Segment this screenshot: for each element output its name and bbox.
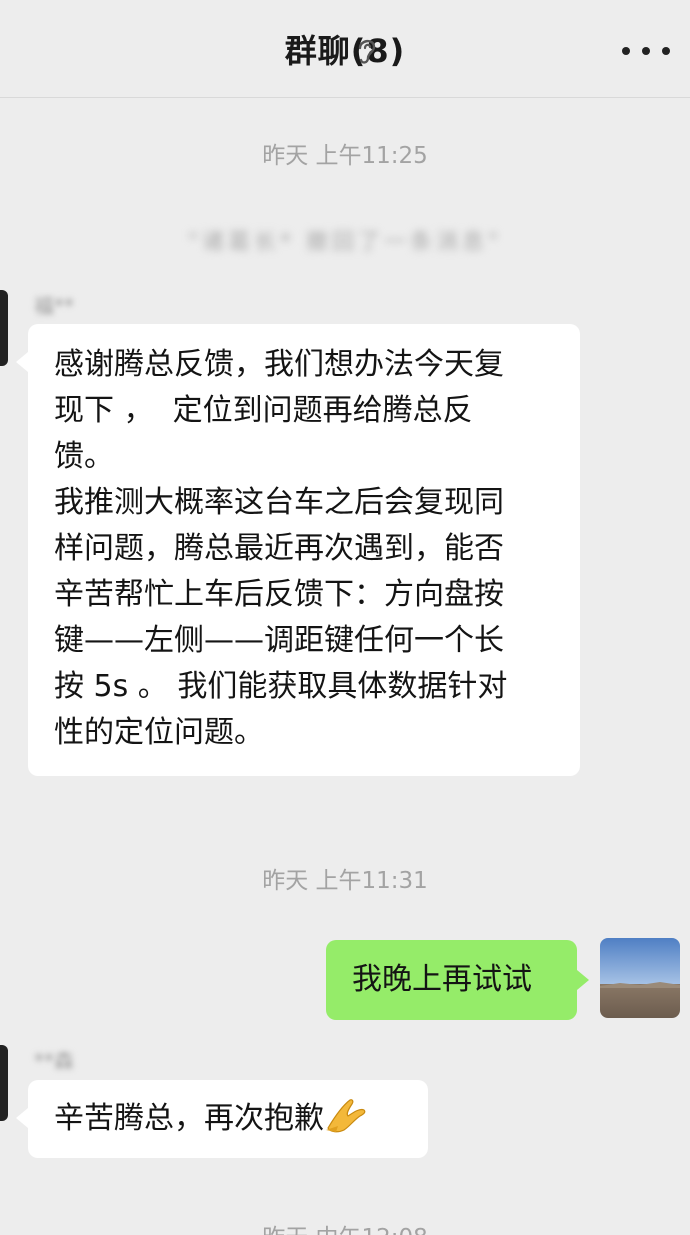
message-text: 辛苦腾总，再次抱歉 (54, 1101, 324, 1136)
more-options-icon[interactable] (622, 38, 670, 64)
timestamp: 昨天 上午11:25 (262, 143, 428, 169)
folded-hands-icon (326, 1099, 366, 1133)
avatar[interactable] (0, 290, 8, 366)
my-avatar[interactable] (600, 938, 680, 1018)
avatar[interactable] (0, 1045, 8, 1121)
system-notice: "诸葛长* 撤回了一条消息" (187, 230, 503, 255)
sender-name: 福** (34, 294, 74, 318)
chat-title[interactable]: 群聊(8) (0, 26, 690, 72)
message-bubble[interactable]: 感谢腾总反馈，我们想办法今天复 现下 ， 定位到问题再给腾总反 馈。 我推测大概… (16, 324, 580, 776)
ear-icon (358, 39, 376, 64)
my-message-bubble[interactable]: 我晚上再试试 (326, 940, 589, 1020)
chat-header: 群聊(8) (0, 0, 690, 98)
timestamp: 昨天 上午11:31 (262, 868, 428, 894)
message-bubble[interactable]: 辛苦腾总，再次抱歉 (16, 1080, 428, 1158)
timestamp: 昨天 中午12:08 (0, 1218, 690, 1235)
landscape-avatar-image (600, 938, 680, 1018)
sender-name: **森 (34, 1049, 74, 1073)
